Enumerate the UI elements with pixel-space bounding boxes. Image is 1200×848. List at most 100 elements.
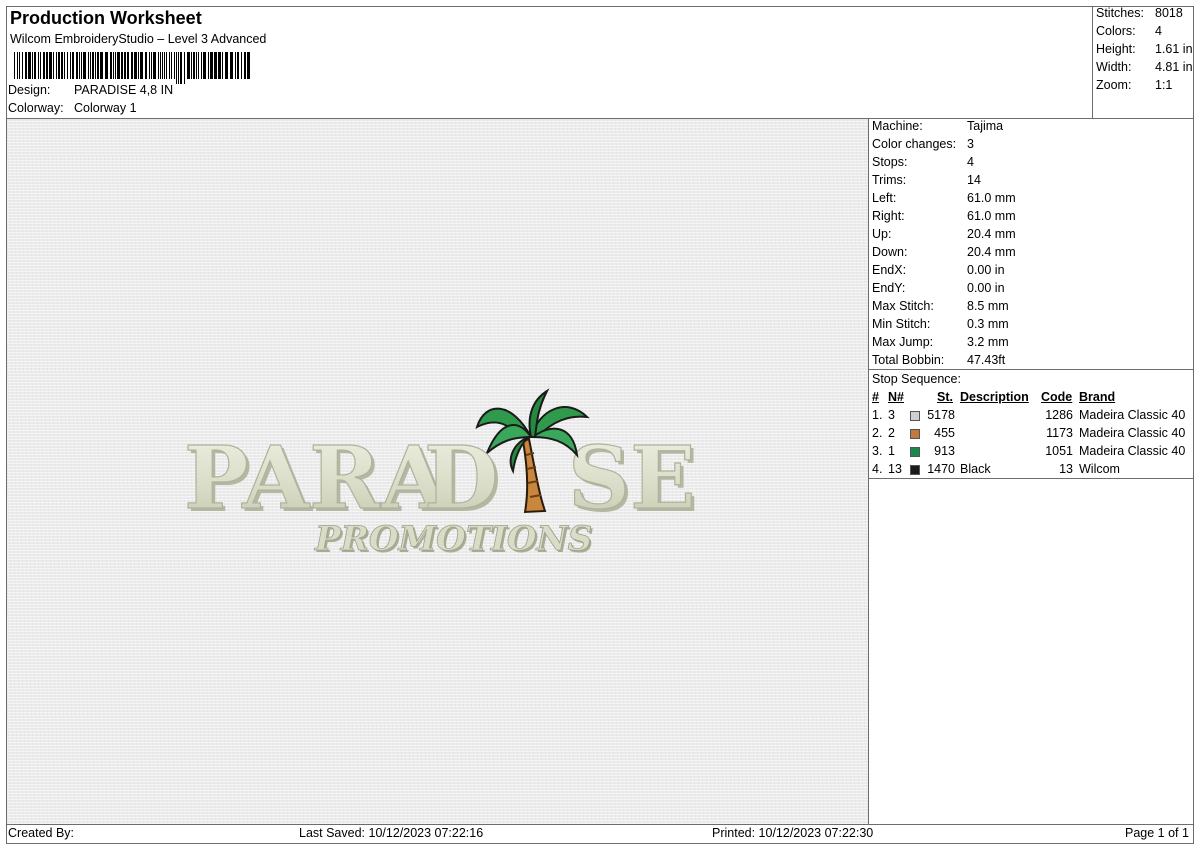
info-value: 0.00 in	[967, 281, 1005, 295]
sequence-cell-n: 13	[888, 462, 902, 476]
info-row: Color changes: 3	[872, 137, 974, 151]
sequence-cell-n: 1	[888, 444, 895, 458]
info-label: Up:	[872, 227, 892, 241]
sequence-cell-num: 4.	[872, 462, 883, 476]
sequence-cell-brand: Madeira Classic 40	[1079, 444, 1186, 458]
barcode-image	[14, 52, 250, 84]
sequence-cell-code: 1173	[1046, 426, 1073, 440]
info-label: EndX:	[872, 263, 907, 277]
sequence-cell-st: 913	[934, 444, 955, 458]
info-label: Right:	[872, 209, 905, 223]
panel-divider	[868, 118, 869, 825]
info-row: EndY: 0.00 in	[872, 281, 1005, 295]
sequence-cell-n: 3	[888, 408, 895, 422]
info-row: Right: 61.0 mm	[872, 209, 1016, 223]
info-label: Down:	[872, 245, 908, 259]
info-row: Total Bobbin: 47.43ft	[872, 353, 1005, 367]
info-row: Min Stitch: 0.3 mm	[872, 317, 1009, 331]
footer-printed: Printed: 10/12/2023 07:22:30	[712, 826, 874, 840]
column-header-code: Code	[1041, 390, 1073, 404]
colorway-label: Colorway:	[8, 101, 64, 115]
info-row: Max Stitch: 8.5 mm	[872, 299, 1009, 313]
info-row: Max Jump: 3.2 mm	[872, 335, 1009, 349]
info-value: 61.0 mm	[967, 191, 1016, 205]
sequence-cell-code: 13	[1059, 462, 1073, 476]
thread-color-swatch	[910, 411, 920, 421]
design-stats: Stitches: 8018 Colors: 4 Height: 1.61 in Wi…	[1092, 6, 1195, 118]
stat-colors: Colors: 4	[1096, 24, 1162, 38]
info-value: 14	[967, 173, 981, 187]
sequence-cell-st: 455	[934, 426, 955, 440]
sequence-cell-num: 3.	[872, 444, 883, 458]
design-preview: PARA PARA D D SE SE PROMOTIONS PROMOTION…	[7, 119, 868, 824]
embroidery-design: PARA PARA D D SE SE PROMOTIONS PROMOTION…	[183, 388, 699, 561]
footer-last-saved: Last Saved: 10/12/2023 07:22:16	[299, 826, 484, 840]
info-value: 20.4 mm	[967, 227, 1016, 241]
info-row: Down: 20.4 mm	[872, 245, 1016, 259]
info-row: Left: 61.0 mm	[872, 191, 1016, 205]
sequence-cell-brand: Wilcom	[1079, 462, 1120, 476]
colorway-value: Colorway 1	[74, 101, 137, 115]
logo-text-se: SE	[568, 428, 696, 529]
info-value: 61.0 mm	[967, 209, 1016, 223]
sequence-cell-description: Black	[960, 462, 991, 476]
info-value: 0.3 mm	[967, 317, 1009, 331]
info-label: EndY:	[872, 281, 906, 295]
column-header-description: Description	[960, 390, 1029, 404]
sequence-cell-st: 5178	[927, 408, 955, 422]
info-row: Up: 20.4 mm	[872, 227, 1016, 241]
column-header-n: N#	[888, 390, 904, 404]
info-label: Max Stitch:	[872, 299, 934, 313]
worksheet-header: Production Worksheet Wilcom EmbroiderySt…	[6, 6, 1092, 118]
design-label: Design:	[8, 83, 51, 97]
info-value: 47.43ft	[967, 353, 1006, 367]
info-value: 8.5 mm	[967, 299, 1009, 313]
thread-color-swatch	[910, 465, 920, 475]
info-row: EndX: 0.00 in	[872, 263, 1005, 277]
info-row: Machine: Tajima	[872, 119, 1003, 133]
logo-text-promotions: PROMOTIONS	[314, 519, 592, 559]
design-value: PARADISE 4,8 IN	[74, 83, 174, 97]
stat-height: Height: 1.61 in	[1096, 42, 1193, 56]
page-title: Production Worksheet	[10, 8, 202, 28]
info-value: Tajima	[967, 119, 1004, 133]
sequence-cell-num: 2.	[872, 426, 883, 440]
column-header-brand: Brand	[1079, 390, 1116, 404]
info-label: Machine:	[872, 119, 923, 133]
column-header-stitches: St.	[937, 390, 953, 404]
sequence-cell-brand: Madeira Classic 40	[1079, 426, 1186, 440]
stat-stitches: Stitches: 8018	[1096, 6, 1183, 20]
info-value: 0.00 in	[967, 263, 1005, 277]
info-row: Stops: 4	[872, 155, 974, 169]
sequence-cell-st: 1470	[927, 462, 955, 476]
stat-zoom: Zoom: 1:1	[1096, 78, 1173, 92]
sequence-cell-code: 1286	[1045, 408, 1073, 422]
info-value: 3.2 mm	[967, 335, 1009, 349]
info-label: Trims:	[872, 173, 907, 187]
sequence-cell-brand: Madeira Classic 40	[1079, 408, 1186, 422]
info-label: Color changes:	[872, 137, 957, 151]
logo-text-d: D	[424, 428, 499, 529]
info-divider	[868, 369, 1194, 370]
info-row: Trims: 14	[872, 173, 981, 187]
info-value: 3	[967, 137, 974, 151]
column-header-num: #	[872, 390, 879, 404]
footer-page: Page 1 of 1	[1125, 826, 1189, 840]
info-label: Stops:	[872, 155, 908, 169]
info-label: Max Jump:	[872, 335, 934, 349]
info-label: Total Bobbin:	[872, 353, 945, 367]
info-label: Min Stitch:	[872, 317, 931, 331]
software-subtitle: Wilcom EmbroideryStudio – Level 3 Advanc…	[10, 32, 267, 46]
thread-color-swatch	[910, 429, 920, 439]
thread-color-swatch	[910, 447, 920, 457]
logo-text-para: PARA	[184, 428, 449, 529]
info-value: 20.4 mm	[967, 245, 1016, 259]
sequence-cell-num: 1.	[872, 408, 883, 422]
stat-width: Width: 4.81 in	[1096, 60, 1193, 74]
footer-created-by: Created By:	[8, 826, 75, 840]
info-value: 4	[967, 155, 974, 169]
sequence-cell-code: 1051	[1045, 444, 1073, 458]
sequence-cell-n: 2	[888, 426, 895, 440]
sequence-divider	[868, 478, 1194, 479]
stop-sequence-label: Stop Sequence:	[872, 372, 961, 386]
